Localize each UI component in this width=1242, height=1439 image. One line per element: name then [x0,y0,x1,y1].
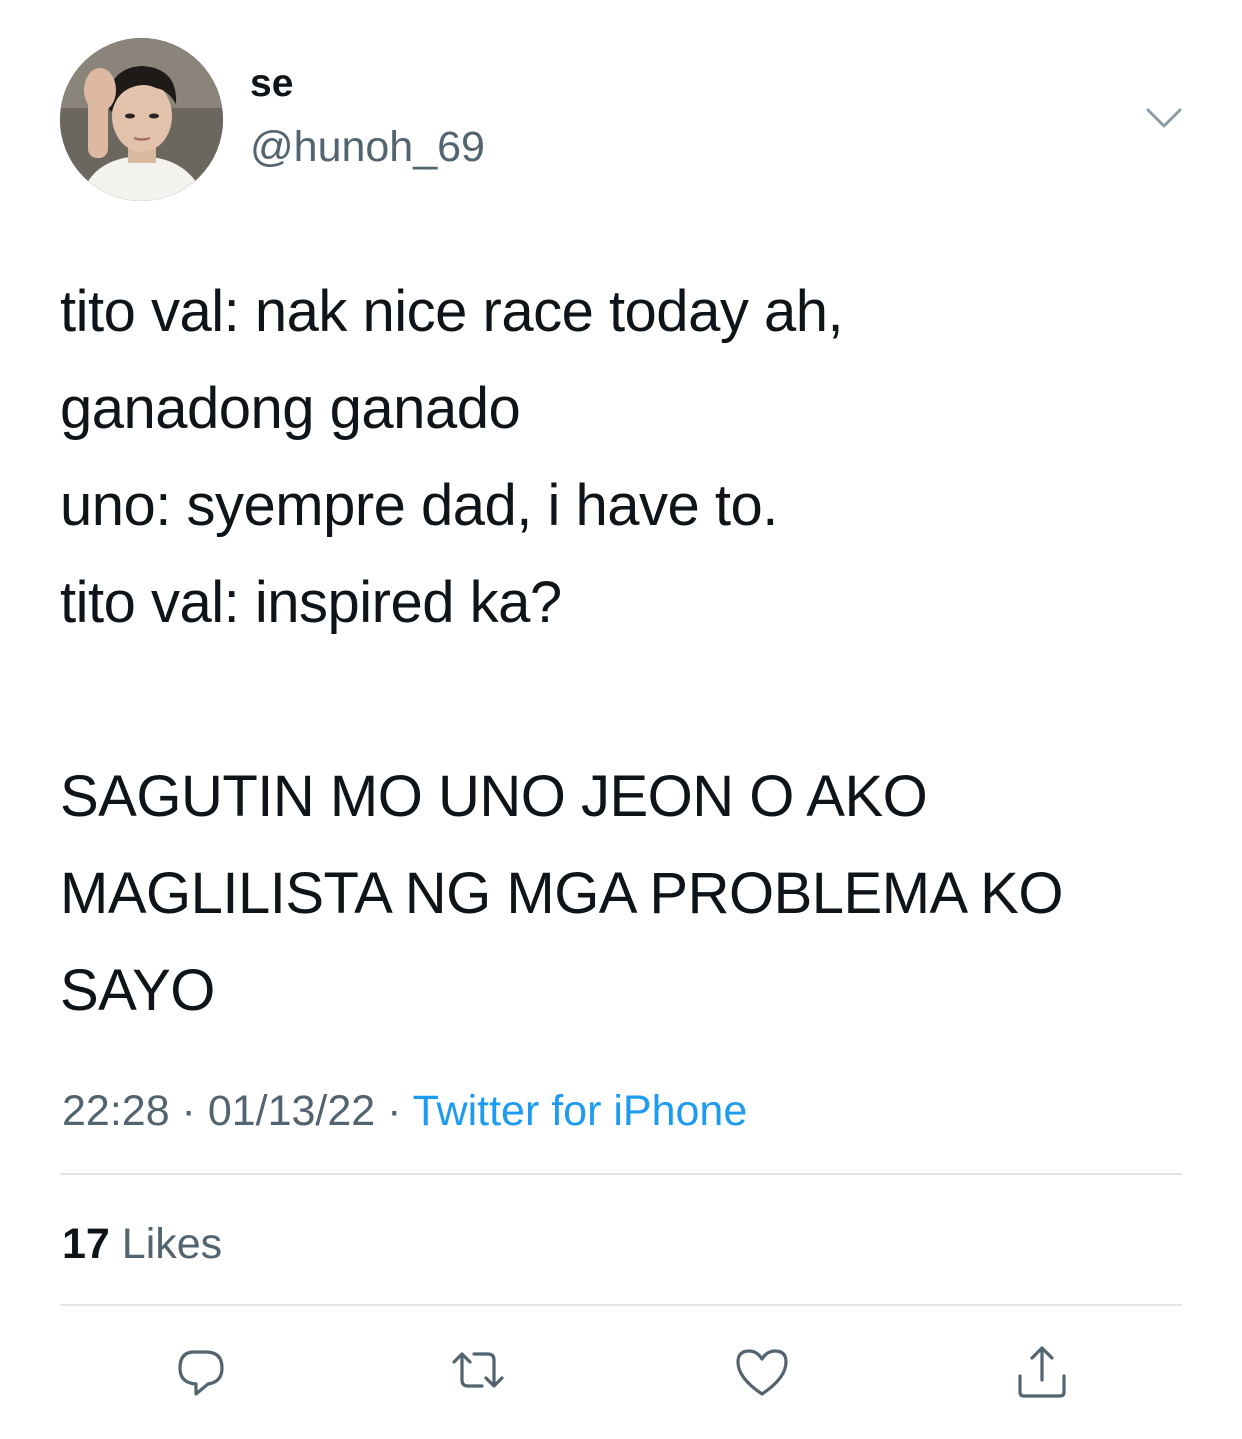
tweet-line: SAYO [60,958,215,1023]
retweet-button[interactable] [448,1342,508,1402]
display-name[interactable]: se [250,64,293,103]
profile-photo [60,38,223,201]
likes-count: 17 [62,1220,110,1268]
tweet-date[interactable]: 01/13/22 [208,1087,375,1135]
divider [60,1173,1182,1175]
tweet-line: ganadong ganado [60,376,521,441]
chevron-down-icon[interactable] [1142,100,1186,136]
user-handle[interactable]: @hunoh_69 [250,126,485,169]
retweet-icon [452,1352,504,1388]
avatar[interactable] [60,38,223,201]
likes-label: Likes [121,1220,223,1268]
meta-separator: · [169,1087,208,1135]
tweet-line: uno: syempre dad, i have to. [60,473,778,538]
meta-separator: · [375,1087,413,1135]
reply-button[interactable] [170,1342,230,1402]
share-button[interactable] [1012,1342,1072,1402]
tweet-time[interactable]: 22:28 [62,1087,170,1135]
tweet-meta: 22:28 · 01/13/22 · Twitter for iPhone [62,1083,747,1139]
tweet-line: MAGLILISTA NG MGA PROBLEMA KO [60,861,1063,926]
like-icon [736,1349,788,1396]
likes-stat[interactable]: 17 Likes [62,1216,222,1272]
tweet-line: tito val: nak nice race today ah, [60,279,844,344]
tweet-line: tito val: inspired ka? [60,570,562,635]
like-button[interactable] [732,1342,792,1402]
tweet-source-link[interactable]: Twitter for iPhone [413,1087,748,1135]
tweet-line: SAGUTIN MO UNO JEON O AKO [60,764,928,829]
tweet-text: tito val: nak nice race today ah, ganado… [60,263,1200,1039]
share-icon [1018,1346,1066,1398]
reply-icon [178,1350,224,1396]
divider [60,1304,1182,1306]
